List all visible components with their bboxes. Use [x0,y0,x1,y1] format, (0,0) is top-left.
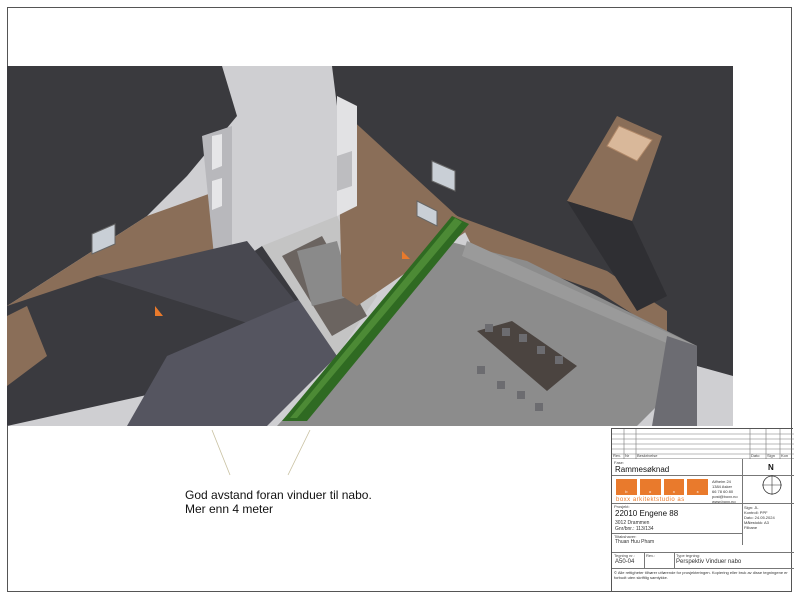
rev-header-kon: Kon [781,453,789,458]
logo-letter: o [639,479,661,495]
distance-note: God avstand foran vinduer til nabo. Mer … [185,488,372,516]
boxx-logo: b o x x [616,479,708,495]
type-label: Type tegning: [676,553,701,558]
tegning-label: Tegning nr.: [614,553,635,558]
title-block: Rev. Nr Beskrivelse Dato Sign Kon Fase: … [611,428,794,591]
perspective-render [7,66,733,426]
rev-header-dato: Dato [751,453,760,458]
perspective-render-svg [7,66,733,426]
tiltakshaver-value: Thuan Huu Pham [615,539,655,545]
tegning-value: A50-04 [615,559,635,565]
rev-header-rev: Rev. [613,453,621,458]
prosjekt-value: 22010 Engene 88 [615,509,679,518]
note-line-1: God avstand foran vinduer til nabo. [185,488,372,502]
logo-letter: x [687,479,708,495]
type-value: Perspektiv Vinduer nabo [676,559,742,565]
north-label: N [768,463,774,472]
filbane-field: Filbane [744,525,758,530]
gnr-value: Gnr/bnr.: 113/134 [615,526,654,532]
fase-value: Rammesøknad [615,465,670,474]
north-arrow-icon [762,475,782,495]
rev-header-nr: Nr [625,453,630,458]
rev-header-desc: Beskrivelse [637,453,658,458]
rev-header-sign: Sign [767,453,776,458]
copyright-notice: © Alle rettigheter tilhører utførende fo… [614,570,788,580]
logo-letter: x [663,479,685,495]
logo-letter: b [616,479,637,495]
rev-label: Rev.: [646,553,656,558]
note-line-2: Mer enn 4 meter [185,502,274,516]
